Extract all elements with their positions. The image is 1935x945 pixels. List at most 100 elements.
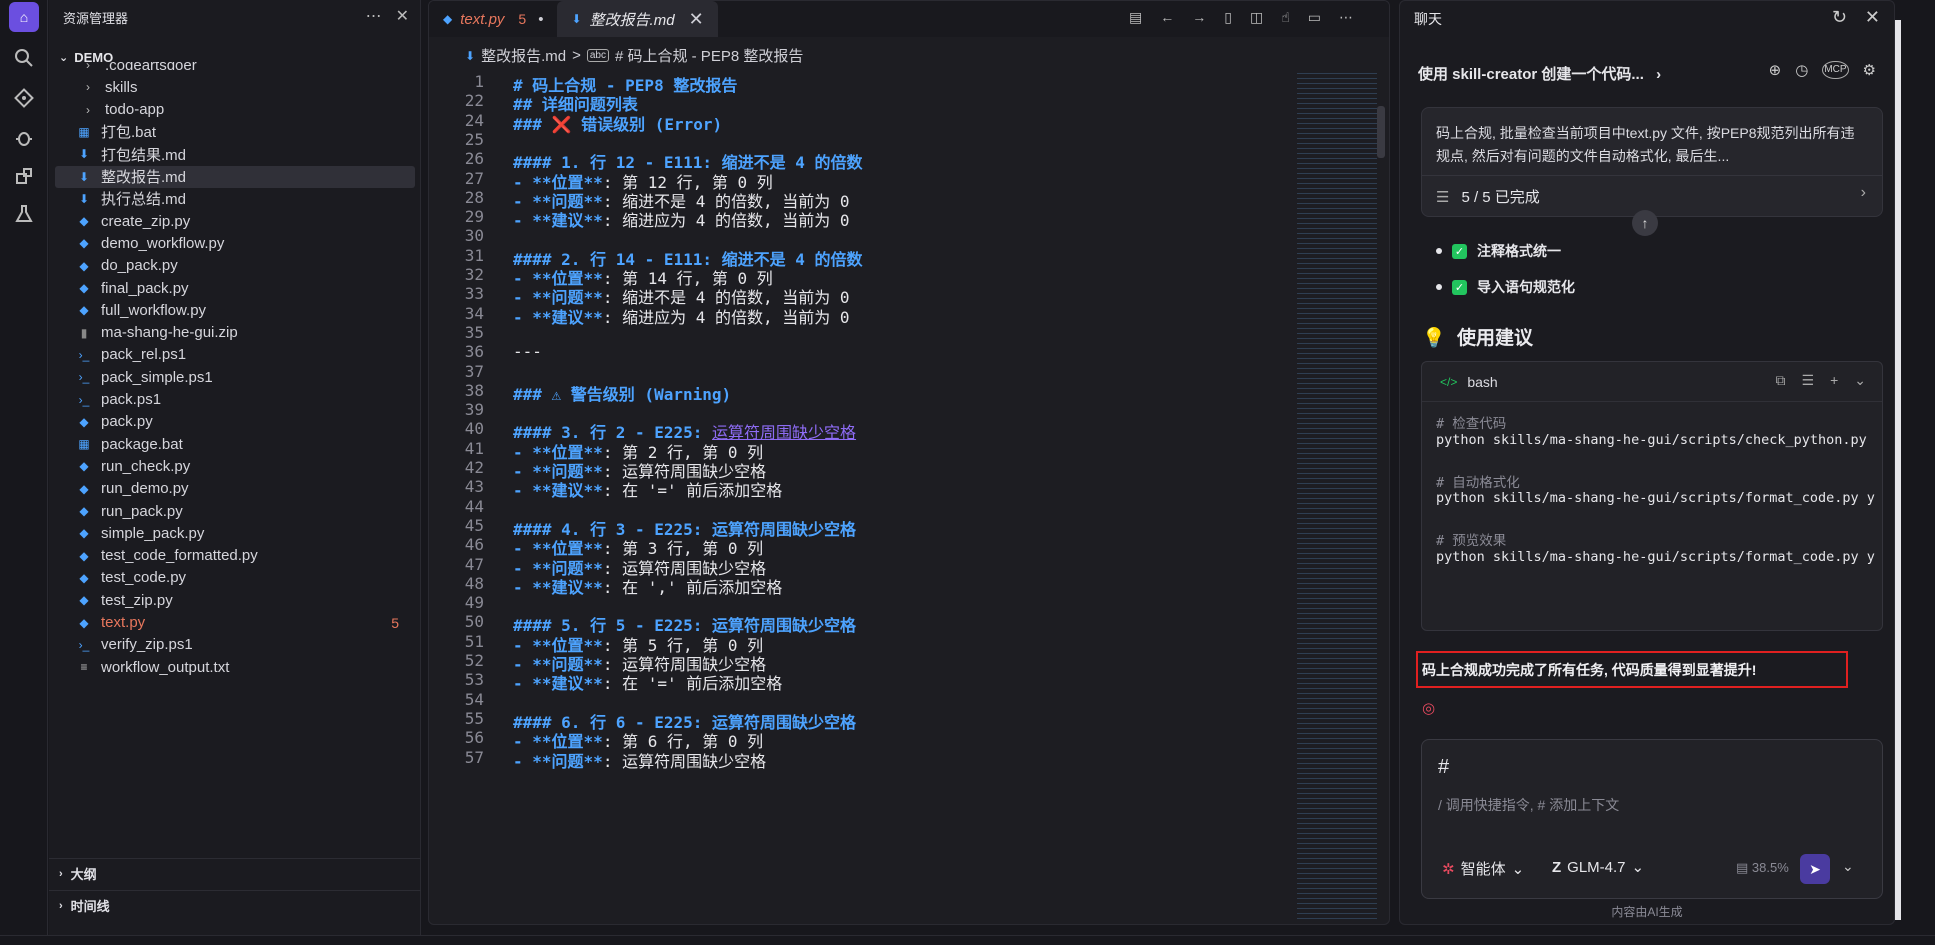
file-item[interactable]: ◆ run_demo.py (55, 478, 415, 500)
timeline-section[interactable]: › 时间线 (49, 890, 421, 920)
file-item[interactable]: ⬇ 打包结果.md (55, 143, 415, 165)
code-line[interactable]: - **问题**: 运算符周围缺少空格 (513, 748, 766, 772)
chevron-down-icon[interactable]: ⌄ (1854, 372, 1866, 389)
settings-icon[interactable]: ⚙ (1863, 61, 1876, 79)
breadcrumb-heading[interactable]: # 码上合规 - PEP8 整改报告 (615, 45, 803, 66)
editor-toolbar: ▤ ← → ▯ ◫ ☝ ▭ ⋯ (1129, 9, 1353, 26)
file-item[interactable]: ◆ do_pack.py (55, 255, 415, 277)
refresh-icon[interactable]: ↻ (1832, 7, 1847, 28)
file-item[interactable]: ◆ full_workflow.py (55, 299, 415, 321)
file-item[interactable]: ▦ package.bat (55, 433, 415, 455)
line-number: 44 (464, 496, 484, 516)
conversation-title[interactable]: 使用 skill-creator 创建一个代码... › (1418, 63, 1661, 84)
model-selector[interactable]: Z GLM-4.7 ⌄ (1552, 858, 1644, 877)
code-line[interactable]: --- (513, 342, 542, 361)
tab-text-py[interactable]: ◆ text.py 5 • (429, 1, 557, 37)
source-control-icon[interactable] (12, 86, 36, 110)
line-number: 39 (464, 400, 484, 420)
history-icon[interactable]: ◷ (1795, 61, 1808, 79)
send-button[interactable]: ➤ (1800, 854, 1830, 884)
powershell-icon: ›_ (78, 637, 90, 652)
code-line[interactable]: - **建议**: 在 '=' 前后添加空格 (513, 477, 782, 501)
text-file-icon: ≡ (80, 660, 88, 675)
file-item[interactable]: ▮ ma-shang-he-gui.zip (55, 322, 415, 344)
search-icon[interactable] (12, 46, 36, 70)
code-line[interactable]: ### ❌ 错误级别 (Error) (513, 111, 722, 135)
preview-icon[interactable]: ▤ (1129, 9, 1142, 26)
outline-section[interactable]: › 大纲 (49, 858, 421, 888)
file-item[interactable]: ◆ create_zip.py (55, 210, 415, 232)
folder-item[interactable]: › .codeartsdoer (55, 62, 415, 76)
file-item[interactable]: ◆ run_pack.py (55, 500, 415, 522)
folder-item[interactable]: › skills (55, 76, 415, 98)
open-file-icon[interactable]: ▯ (1224, 9, 1232, 26)
file-item[interactable]: ⬇ 执行总结.md (55, 188, 415, 210)
hand-icon[interactable]: ☝ (1281, 9, 1290, 26)
code-line[interactable]: ### ⚠ 警告级别 (Warning) (513, 381, 731, 405)
minimap[interactable] (1297, 73, 1377, 923)
file-item[interactable]: ◆ text.py 5 (55, 612, 415, 634)
close-tab-icon[interactable]: ✕ (689, 9, 704, 30)
close-icon[interactable]: ✕ (1865, 7, 1880, 28)
flask-icon[interactable] (12, 202, 36, 226)
file-item[interactable]: ›_ pack_simple.ps1 (55, 366, 415, 388)
close-icon[interactable]: ✕ (396, 6, 409, 26)
context-hash[interactable]: # (1438, 756, 1449, 779)
file-item[interactable]: ⬇ 整改报告.md (55, 165, 415, 188)
back-icon[interactable]: ← (1160, 9, 1174, 26)
code-token: - **建议** (513, 577, 603, 597)
code-area[interactable]: 1 # 码上合规 - PEP8 整改报告 22 ## 详细问题列表 24 ### ❌ 错误… (429, 72, 1289, 924)
agent-label: 智能体 (1460, 861, 1506, 878)
file-item[interactable]: ≡ workflow_output.txt (55, 656, 415, 678)
file-item[interactable]: ◆ test_code_formatted.py (55, 545, 415, 567)
chat-input[interactable]: # / 调用快捷指令, # 添加上下文 ✲ 智能体 ⌄ Z GLM-4.7 ⌄ … (1421, 739, 1883, 899)
file-item[interactable]: ◆ run_check.py (55, 455, 415, 477)
plus-icon[interactable]: + (1830, 372, 1838, 389)
list-icon[interactable]: ☰ (1802, 372, 1815, 389)
file-item[interactable]: ◆ simple_pack.py (55, 522, 415, 544)
debug-icon[interactable] (12, 126, 36, 150)
more-icon[interactable]: ⋯ (366, 6, 382, 26)
mcp-icon[interactable]: MCP (1822, 61, 1849, 79)
file-item[interactable]: ◆ demo_workflow.py (55, 232, 415, 254)
file-item[interactable]: ▦ 打包.bat (55, 121, 415, 143)
markdown-icon: ⬇ (78, 191, 90, 206)
editor-scrollbar[interactable] (1377, 106, 1385, 158)
forward-icon[interactable]: → (1192, 9, 1206, 26)
more-icon[interactable]: ⋯ (1339, 9, 1353, 26)
file-item[interactable]: ◆ pack.py (55, 411, 415, 433)
code-comment: # 预览效果 (1436, 533, 1507, 549)
code-line[interactable]: - **建议**: 在 ',' 前后添加空格 (513, 574, 782, 598)
task-divider (1422, 175, 1882, 176)
outline-label: 大纲 (70, 867, 97, 882)
file-item[interactable]: ◆ final_pack.py (55, 277, 415, 299)
agent-selector[interactable]: ✲ 智能体 ⌄ (1442, 858, 1524, 879)
file-item[interactable]: ◆ test_zip.py (55, 589, 415, 611)
breadcrumb-file[interactable]: 整改报告.md (481, 45, 566, 66)
task-card[interactable]: 码上合规, 批量检查当前项目中text.py 文件, 按PEP8规范列出所有违规… (1421, 107, 1883, 217)
powershell-icon: ›_ (78, 347, 90, 362)
code-line[interactable]: - **建议**: 缩进应为 4 的倍数, 当前为 0 (513, 207, 850, 231)
code-line[interactable]: - **建议**: 缩进应为 4 的倍数, 当前为 0 (513, 304, 850, 328)
file-item[interactable]: ◆ test_code.py (55, 567, 415, 589)
lightbulb-icon: 💡 (1422, 328, 1446, 349)
new-chat-icon[interactable]: ⊕ (1769, 61, 1782, 79)
layout-icon[interactable]: ▭ (1308, 9, 1321, 26)
file-name: run_pack.py (101, 502, 183, 520)
copy-icon[interactable]: ⧉ (1776, 372, 1786, 389)
file-item[interactable]: ›_ pack_rel.ps1 (55, 344, 415, 366)
checklist-item: ✓ 注释格式统一 (1436, 241, 1561, 261)
file-item[interactable]: ›_ pack.ps1 (55, 389, 415, 411)
file-item[interactable]: ›_ verify_zip.ps1 (55, 634, 415, 656)
line-number: 41 (464, 438, 484, 458)
code-token: : 运算符周围缺少空格 (602, 751, 767, 771)
extensions-icon[interactable] (12, 164, 36, 188)
tab-report-md[interactable]: ⬇ 整改报告.md ✕ (557, 1, 718, 37)
app-logo-icon[interactable]: ⌂ (9, 2, 39, 32)
code-line[interactable]: - **建议**: 在 '=' 前后添加空格 (513, 670, 782, 694)
folder-item[interactable]: › todo-app (55, 99, 415, 121)
chevron-right-icon[interactable]: › (1861, 184, 1866, 202)
split-editor-icon[interactable]: ◫ (1250, 9, 1263, 26)
chevron-down-icon[interactable]: ⌄ (1842, 858, 1854, 875)
scroll-up-icon[interactable]: ↑ (1632, 210, 1658, 236)
